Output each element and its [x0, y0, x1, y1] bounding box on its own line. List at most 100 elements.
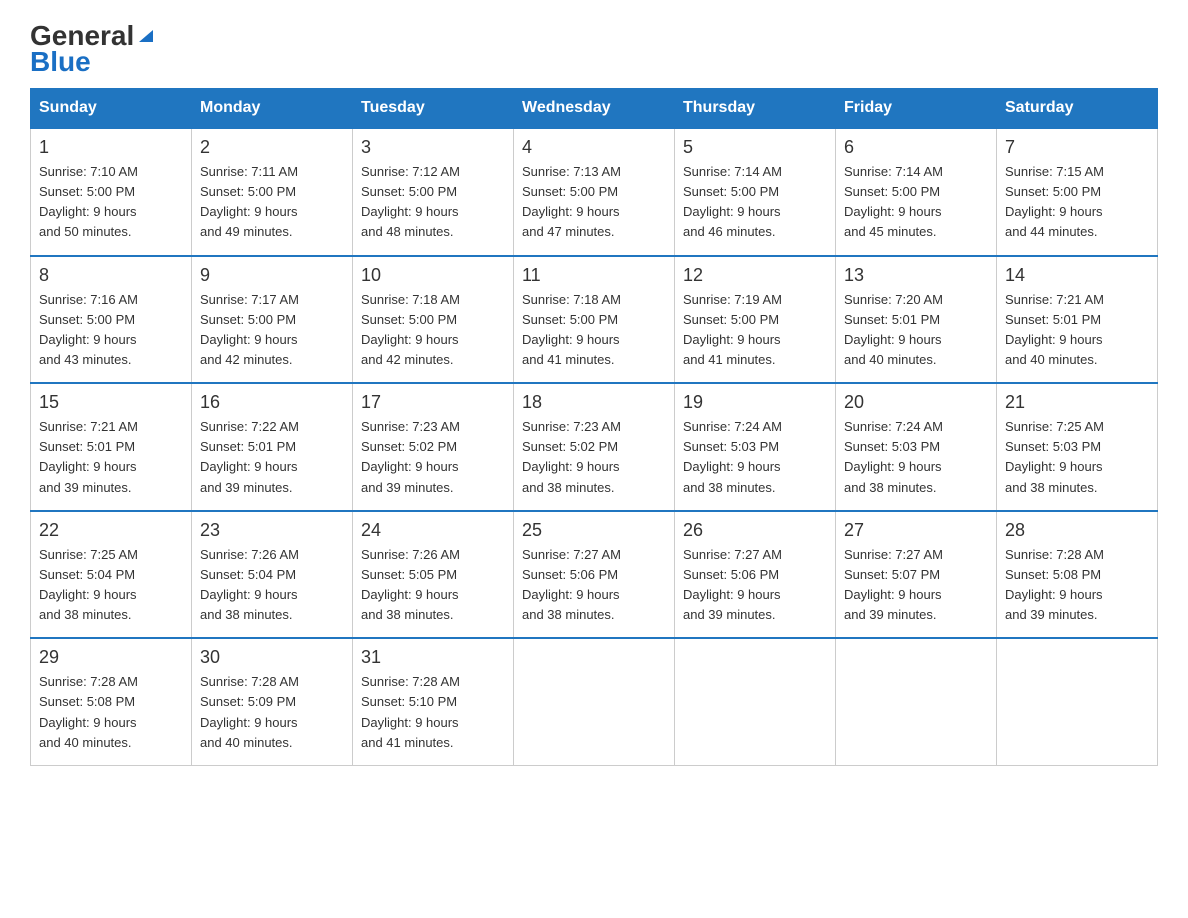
calendar-cell: 27 Sunrise: 7:27 AM Sunset: 5:07 PM Dayl…	[836, 511, 997, 639]
day-info: Sunrise: 7:28 AM Sunset: 5:08 PM Dayligh…	[1005, 545, 1149, 626]
day-number: 1	[39, 137, 183, 158]
day-info: Sunrise: 7:19 AM Sunset: 5:00 PM Dayligh…	[683, 290, 827, 371]
calendar-cell: 6 Sunrise: 7:14 AM Sunset: 5:00 PM Dayli…	[836, 128, 997, 256]
day-info: Sunrise: 7:28 AM Sunset: 5:10 PM Dayligh…	[361, 672, 505, 753]
day-info: Sunrise: 7:27 AM Sunset: 5:06 PM Dayligh…	[522, 545, 666, 626]
calendar-cell: 12 Sunrise: 7:19 AM Sunset: 5:00 PM Dayl…	[675, 256, 836, 384]
calendar-cell: 2 Sunrise: 7:11 AM Sunset: 5:00 PM Dayli…	[192, 128, 353, 256]
day-info: Sunrise: 7:25 AM Sunset: 5:03 PM Dayligh…	[1005, 417, 1149, 498]
calendar-table: SundayMondayTuesdayWednesdayThursdayFrid…	[30, 88, 1158, 766]
day-info: Sunrise: 7:15 AM Sunset: 5:00 PM Dayligh…	[1005, 162, 1149, 243]
day-info: Sunrise: 7:24 AM Sunset: 5:03 PM Dayligh…	[683, 417, 827, 498]
weekday-header-tuesday: Tuesday	[353, 89, 514, 129]
calendar-cell: 25 Sunrise: 7:27 AM Sunset: 5:06 PM Dayl…	[514, 511, 675, 639]
day-number: 4	[522, 137, 666, 158]
day-number: 7	[1005, 137, 1149, 158]
day-info: Sunrise: 7:23 AM Sunset: 5:02 PM Dayligh…	[361, 417, 505, 498]
day-number: 31	[361, 647, 505, 668]
logo-triangle-icon	[135, 24, 157, 46]
day-info: Sunrise: 7:14 AM Sunset: 5:00 PM Dayligh…	[683, 162, 827, 243]
day-info: Sunrise: 7:27 AM Sunset: 5:06 PM Dayligh…	[683, 545, 827, 626]
day-info: Sunrise: 7:25 AM Sunset: 5:04 PM Dayligh…	[39, 545, 183, 626]
day-number: 30	[200, 647, 344, 668]
day-info: Sunrise: 7:11 AM Sunset: 5:00 PM Dayligh…	[200, 162, 344, 243]
calendar-week-row: 22 Sunrise: 7:25 AM Sunset: 5:04 PM Dayl…	[31, 511, 1158, 639]
day-number: 18	[522, 392, 666, 413]
day-number: 6	[844, 137, 988, 158]
calendar-cell: 24 Sunrise: 7:26 AM Sunset: 5:05 PM Dayl…	[353, 511, 514, 639]
calendar-cell	[997, 638, 1158, 765]
day-number: 26	[683, 520, 827, 541]
day-number: 20	[844, 392, 988, 413]
day-info: Sunrise: 7:14 AM Sunset: 5:00 PM Dayligh…	[844, 162, 988, 243]
weekday-header-friday: Friday	[836, 89, 997, 129]
day-info: Sunrise: 7:13 AM Sunset: 5:00 PM Dayligh…	[522, 162, 666, 243]
calendar-week-row: 15 Sunrise: 7:21 AM Sunset: 5:01 PM Dayl…	[31, 383, 1158, 511]
calendar-week-row: 8 Sunrise: 7:16 AM Sunset: 5:00 PM Dayli…	[31, 256, 1158, 384]
calendar-cell: 11 Sunrise: 7:18 AM Sunset: 5:00 PM Dayl…	[514, 256, 675, 384]
calendar-cell: 22 Sunrise: 7:25 AM Sunset: 5:04 PM Dayl…	[31, 511, 192, 639]
day-number: 12	[683, 265, 827, 286]
day-number: 29	[39, 647, 183, 668]
calendar-cell	[836, 638, 997, 765]
calendar-cell: 17 Sunrise: 7:23 AM Sunset: 5:02 PM Dayl…	[353, 383, 514, 511]
calendar-cell	[675, 638, 836, 765]
calendar-cell: 3 Sunrise: 7:12 AM Sunset: 5:00 PM Dayli…	[353, 128, 514, 256]
calendar-cell: 20 Sunrise: 7:24 AM Sunset: 5:03 PM Dayl…	[836, 383, 997, 511]
calendar-cell: 15 Sunrise: 7:21 AM Sunset: 5:01 PM Dayl…	[31, 383, 192, 511]
day-number: 17	[361, 392, 505, 413]
day-info: Sunrise: 7:10 AM Sunset: 5:00 PM Dayligh…	[39, 162, 183, 243]
weekday-header-row: SundayMondayTuesdayWednesdayThursdayFrid…	[31, 89, 1158, 129]
day-info: Sunrise: 7:22 AM Sunset: 5:01 PM Dayligh…	[200, 417, 344, 498]
day-info: Sunrise: 7:28 AM Sunset: 5:09 PM Dayligh…	[200, 672, 344, 753]
calendar-cell: 23 Sunrise: 7:26 AM Sunset: 5:04 PM Dayl…	[192, 511, 353, 639]
day-number: 24	[361, 520, 505, 541]
day-number: 8	[39, 265, 183, 286]
day-number: 3	[361, 137, 505, 158]
day-info: Sunrise: 7:16 AM Sunset: 5:00 PM Dayligh…	[39, 290, 183, 371]
calendar-cell: 7 Sunrise: 7:15 AM Sunset: 5:00 PM Dayli…	[997, 128, 1158, 256]
calendar-cell: 5 Sunrise: 7:14 AM Sunset: 5:00 PM Dayli…	[675, 128, 836, 256]
day-info: Sunrise: 7:24 AM Sunset: 5:03 PM Dayligh…	[844, 417, 988, 498]
day-number: 27	[844, 520, 988, 541]
calendar-week-row: 29 Sunrise: 7:28 AM Sunset: 5:08 PM Dayl…	[31, 638, 1158, 765]
calendar-cell: 14 Sunrise: 7:21 AM Sunset: 5:01 PM Dayl…	[997, 256, 1158, 384]
day-number: 14	[1005, 265, 1149, 286]
calendar-cell: 1 Sunrise: 7:10 AM Sunset: 5:00 PM Dayli…	[31, 128, 192, 256]
weekday-header-sunday: Sunday	[31, 89, 192, 129]
calendar-cell: 9 Sunrise: 7:17 AM Sunset: 5:00 PM Dayli…	[192, 256, 353, 384]
day-info: Sunrise: 7:26 AM Sunset: 5:05 PM Dayligh…	[361, 545, 505, 626]
day-info: Sunrise: 7:26 AM Sunset: 5:04 PM Dayligh…	[200, 545, 344, 626]
calendar-cell: 29 Sunrise: 7:28 AM Sunset: 5:08 PM Dayl…	[31, 638, 192, 765]
calendar-cell	[514, 638, 675, 765]
day-info: Sunrise: 7:18 AM Sunset: 5:00 PM Dayligh…	[522, 290, 666, 371]
day-info: Sunrise: 7:28 AM Sunset: 5:08 PM Dayligh…	[39, 672, 183, 753]
day-number: 22	[39, 520, 183, 541]
logo-blue: Blue	[30, 46, 91, 78]
day-number: 23	[200, 520, 344, 541]
calendar-cell: 18 Sunrise: 7:23 AM Sunset: 5:02 PM Dayl…	[514, 383, 675, 511]
calendar-cell: 30 Sunrise: 7:28 AM Sunset: 5:09 PM Dayl…	[192, 638, 353, 765]
calendar-cell: 4 Sunrise: 7:13 AM Sunset: 5:00 PM Dayli…	[514, 128, 675, 256]
calendar-week-row: 1 Sunrise: 7:10 AM Sunset: 5:00 PM Dayli…	[31, 128, 1158, 256]
calendar-cell: 28 Sunrise: 7:28 AM Sunset: 5:08 PM Dayl…	[997, 511, 1158, 639]
calendar-cell: 19 Sunrise: 7:24 AM Sunset: 5:03 PM Dayl…	[675, 383, 836, 511]
day-number: 10	[361, 265, 505, 286]
day-number: 19	[683, 392, 827, 413]
day-number: 25	[522, 520, 666, 541]
weekday-header-thursday: Thursday	[675, 89, 836, 129]
day-info: Sunrise: 7:18 AM Sunset: 5:00 PM Dayligh…	[361, 290, 505, 371]
weekday-header-saturday: Saturday	[997, 89, 1158, 129]
day-info: Sunrise: 7:12 AM Sunset: 5:00 PM Dayligh…	[361, 162, 505, 243]
calendar-cell: 13 Sunrise: 7:20 AM Sunset: 5:01 PM Dayl…	[836, 256, 997, 384]
day-number: 15	[39, 392, 183, 413]
logo: General Blue	[30, 20, 157, 78]
day-number: 5	[683, 137, 827, 158]
day-number: 11	[522, 265, 666, 286]
day-number: 2	[200, 137, 344, 158]
weekday-header-wednesday: Wednesday	[514, 89, 675, 129]
calendar-cell: 31 Sunrise: 7:28 AM Sunset: 5:10 PM Dayl…	[353, 638, 514, 765]
page-header: General Blue	[30, 20, 1158, 78]
calendar-cell: 16 Sunrise: 7:22 AM Sunset: 5:01 PM Dayl…	[192, 383, 353, 511]
day-info: Sunrise: 7:21 AM Sunset: 5:01 PM Dayligh…	[1005, 290, 1149, 371]
